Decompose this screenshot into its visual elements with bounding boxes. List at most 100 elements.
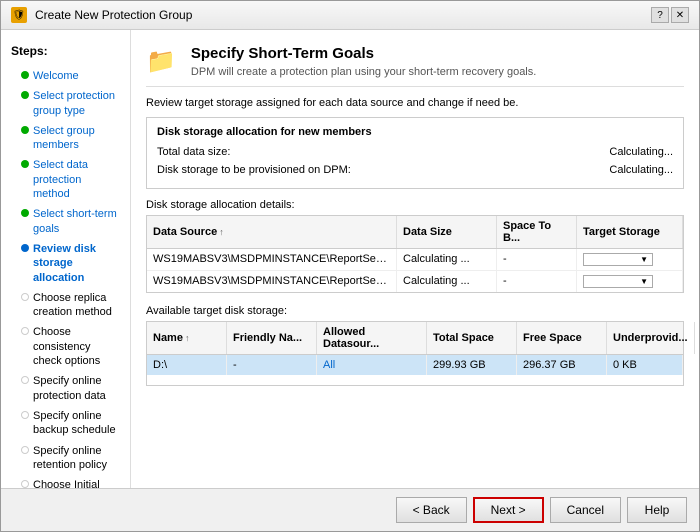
window-controls: ? ✕ xyxy=(651,7,689,23)
dot-replica xyxy=(21,293,29,301)
dot-data-protection xyxy=(21,160,29,168)
dropdown-field-2[interactable]: ▼ xyxy=(583,275,653,288)
header-name: Name ↑ xyxy=(147,322,227,354)
header-targetstorage: Target Storage xyxy=(577,216,683,248)
target-disk-body: D:\ - All 299.93 GB 296.37 GB 0 KB xyxy=(147,355,683,385)
sidebar-item-replica-creation[interactable]: Choose replica creation method xyxy=(1,288,130,323)
sidebar-label-initial-replication: Choose Initial Online Replication xyxy=(33,478,120,488)
page-title: Specify Short-Term Goals xyxy=(191,45,536,62)
sidebar-label-online-backup: Specify online backup schedule xyxy=(33,409,120,438)
dot-online-protection xyxy=(21,376,29,384)
target-cell-friendly-1: - xyxy=(227,355,317,375)
target-storage-dropdown-1[interactable]: ▼ xyxy=(583,253,676,266)
dot-protection-type xyxy=(21,91,29,99)
cancel-button[interactable]: Cancel xyxy=(550,497,621,523)
next-button[interactable]: Next > xyxy=(473,497,544,523)
target-cell-totalspace-1: 299.93 GB xyxy=(427,355,517,375)
sidebar-item-initial-replication[interactable]: Choose Initial Online Replication xyxy=(1,475,130,488)
sidebar-item-consistency-check[interactable]: Choose consistency check options xyxy=(1,322,130,371)
target-disk-row-1[interactable]: D:\ - All 299.93 GB 296.37 GB 0 KB xyxy=(147,355,683,375)
main-window: 🛡 Create New Protection Group ? ✕ Steps:… xyxy=(0,0,700,532)
header-underprov: Underprovid... xyxy=(607,322,695,354)
allocation-row-2: WS19MABSV3\MSDPMINSTANCE\ReportServe... … xyxy=(147,271,683,292)
target-cell-freespace-1: 296.37 GB xyxy=(517,355,607,375)
chevron-down-icon-2: ▼ xyxy=(640,277,648,286)
title-bar: 🛡 Create New Protection Group ? ✕ xyxy=(1,1,699,30)
sidebar-item-welcome[interactable]: Welcome xyxy=(1,66,130,86)
sidebar-item-short-term-goals[interactable]: Select short-term goals xyxy=(1,204,130,239)
sidebar: Steps: Welcome Select protection group t… xyxy=(1,30,131,488)
disk-allocation-box: Disk storage allocation for new members … xyxy=(146,117,684,189)
allocation-table-header: Data Source ↑ Data Size Space To B... Ta… xyxy=(147,216,683,249)
header-freespace: Free Space xyxy=(517,322,607,354)
sort-icon-datasource: ↑ xyxy=(219,227,224,237)
sidebar-label-online-protection: Specify online protection data xyxy=(33,374,120,403)
sidebar-label-short-term: Select short-term goals xyxy=(33,207,120,236)
disk-storage-row: Disk storage to be provisioned on DPM: C… xyxy=(157,162,673,178)
dot-online-backup xyxy=(21,411,29,419)
sidebar-label-online-retention: Specify online retention policy xyxy=(33,444,120,473)
dot-group-members xyxy=(21,126,29,134)
sidebar-label-data-protection: Select data protection method xyxy=(33,158,120,201)
sidebar-label-protection-type: Select protection group type xyxy=(33,89,120,118)
target-storage-dropdown-2[interactable]: ▼ xyxy=(583,275,676,288)
header-datasize: Data Size xyxy=(397,216,497,248)
chevron-down-icon: ▼ xyxy=(640,255,648,264)
alloc-cell-datasize-1: Calculating ... xyxy=(397,249,497,270)
sort-icon-name: ↑ xyxy=(185,333,190,343)
alloc-cell-datasource-1: WS19MABSV3\MSDPMINSTANCE\ReportServe... xyxy=(147,249,397,270)
title-icon: 🛡 xyxy=(11,7,27,23)
sidebar-item-online-backup[interactable]: Specify online backup schedule xyxy=(1,406,130,441)
header-allowed: Allowed Datasour... xyxy=(317,322,427,354)
main-content: 📁 Specify Short-Term Goals DPM will crea… xyxy=(131,30,699,488)
dropdown-field-1[interactable]: ▼ xyxy=(583,253,653,266)
alloc-cell-spacetob-2: - xyxy=(497,271,577,292)
sidebar-item-data-protection[interactable]: Select data protection method xyxy=(1,155,130,204)
alloc-cell-target-2: ▼ xyxy=(577,271,683,292)
dot-welcome xyxy=(21,71,29,79)
disk-storage-value: Calculating... xyxy=(609,164,673,176)
folder-icon: 📁 xyxy=(146,47,176,76)
dot-short-term xyxy=(21,209,29,217)
sidebar-label-welcome: Welcome xyxy=(33,69,79,83)
target-disk-title: Available target disk storage: xyxy=(146,305,684,317)
total-data-size-row: Total data size: Calculating... xyxy=(157,144,673,160)
help-icon-btn[interactable]: ? xyxy=(651,7,669,23)
dot-consistency xyxy=(21,327,29,335)
total-data-size-label: Total data size: xyxy=(157,146,230,158)
sidebar-item-online-protection[interactable]: Specify online protection data xyxy=(1,371,130,406)
allocation-table-body: WS19MABSV3\MSDPMINSTANCE\ReportServe... … xyxy=(147,249,683,292)
window-title: Create New Protection Group xyxy=(35,8,192,22)
back-button[interactable]: < Back xyxy=(396,497,467,523)
header-friendly: Friendly Na... xyxy=(227,322,317,354)
total-data-size-value: Calculating... xyxy=(609,146,673,158)
target-cell-allowed-1: All xyxy=(317,355,427,375)
sidebar-item-review-disk[interactable]: Review disk storage allocation xyxy=(1,239,130,288)
sidebar-item-group-members[interactable]: Select group members xyxy=(1,121,130,156)
header-datasource: Data Source ↑ xyxy=(147,216,397,248)
page-header: 📁 Specify Short-Term Goals DPM will crea… xyxy=(146,45,684,87)
content-area: Steps: Welcome Select protection group t… xyxy=(1,30,699,488)
disk-storage-label: Disk storage to be provisioned on DPM: xyxy=(157,164,351,176)
target-disk-header: Name ↑ Friendly Na... Allowed Datasour..… xyxy=(147,322,683,355)
sidebar-label-review-disk: Review disk storage allocation xyxy=(33,242,120,285)
sidebar-label-replica: Choose replica creation method xyxy=(33,291,120,320)
dot-initial-replication xyxy=(21,480,29,488)
instruction-text: Review target storage assigned for each … xyxy=(146,97,684,109)
allocation-details-title: Disk storage allocation details: xyxy=(146,199,684,211)
help-button[interactable]: Help xyxy=(627,497,687,523)
alloc-cell-datasource-2: WS19MABSV3\MSDPMINSTANCE\ReportServe... xyxy=(147,271,397,292)
target-cell-name-1: D:\ xyxy=(147,355,227,375)
alloc-cell-target-1: ▼ xyxy=(577,249,683,270)
sidebar-item-protection-group-type[interactable]: Select protection group type xyxy=(1,86,130,121)
allocation-details-table: Data Source ↑ Data Size Space To B... Ta… xyxy=(146,215,684,293)
alloc-cell-datasize-2: Calculating ... xyxy=(397,271,497,292)
header-spacetob: Space To B... xyxy=(497,216,577,248)
close-button[interactable]: ✕ xyxy=(671,7,689,23)
footer: < Back Next > Cancel Help xyxy=(1,488,699,531)
dot-online-retention xyxy=(21,446,29,454)
sidebar-item-online-retention[interactable]: Specify online retention policy xyxy=(1,441,130,476)
header-totalspace: Total Space xyxy=(427,322,517,354)
sidebar-label-consistency: Choose consistency check options xyxy=(33,325,120,368)
dot-review-disk xyxy=(21,244,29,252)
